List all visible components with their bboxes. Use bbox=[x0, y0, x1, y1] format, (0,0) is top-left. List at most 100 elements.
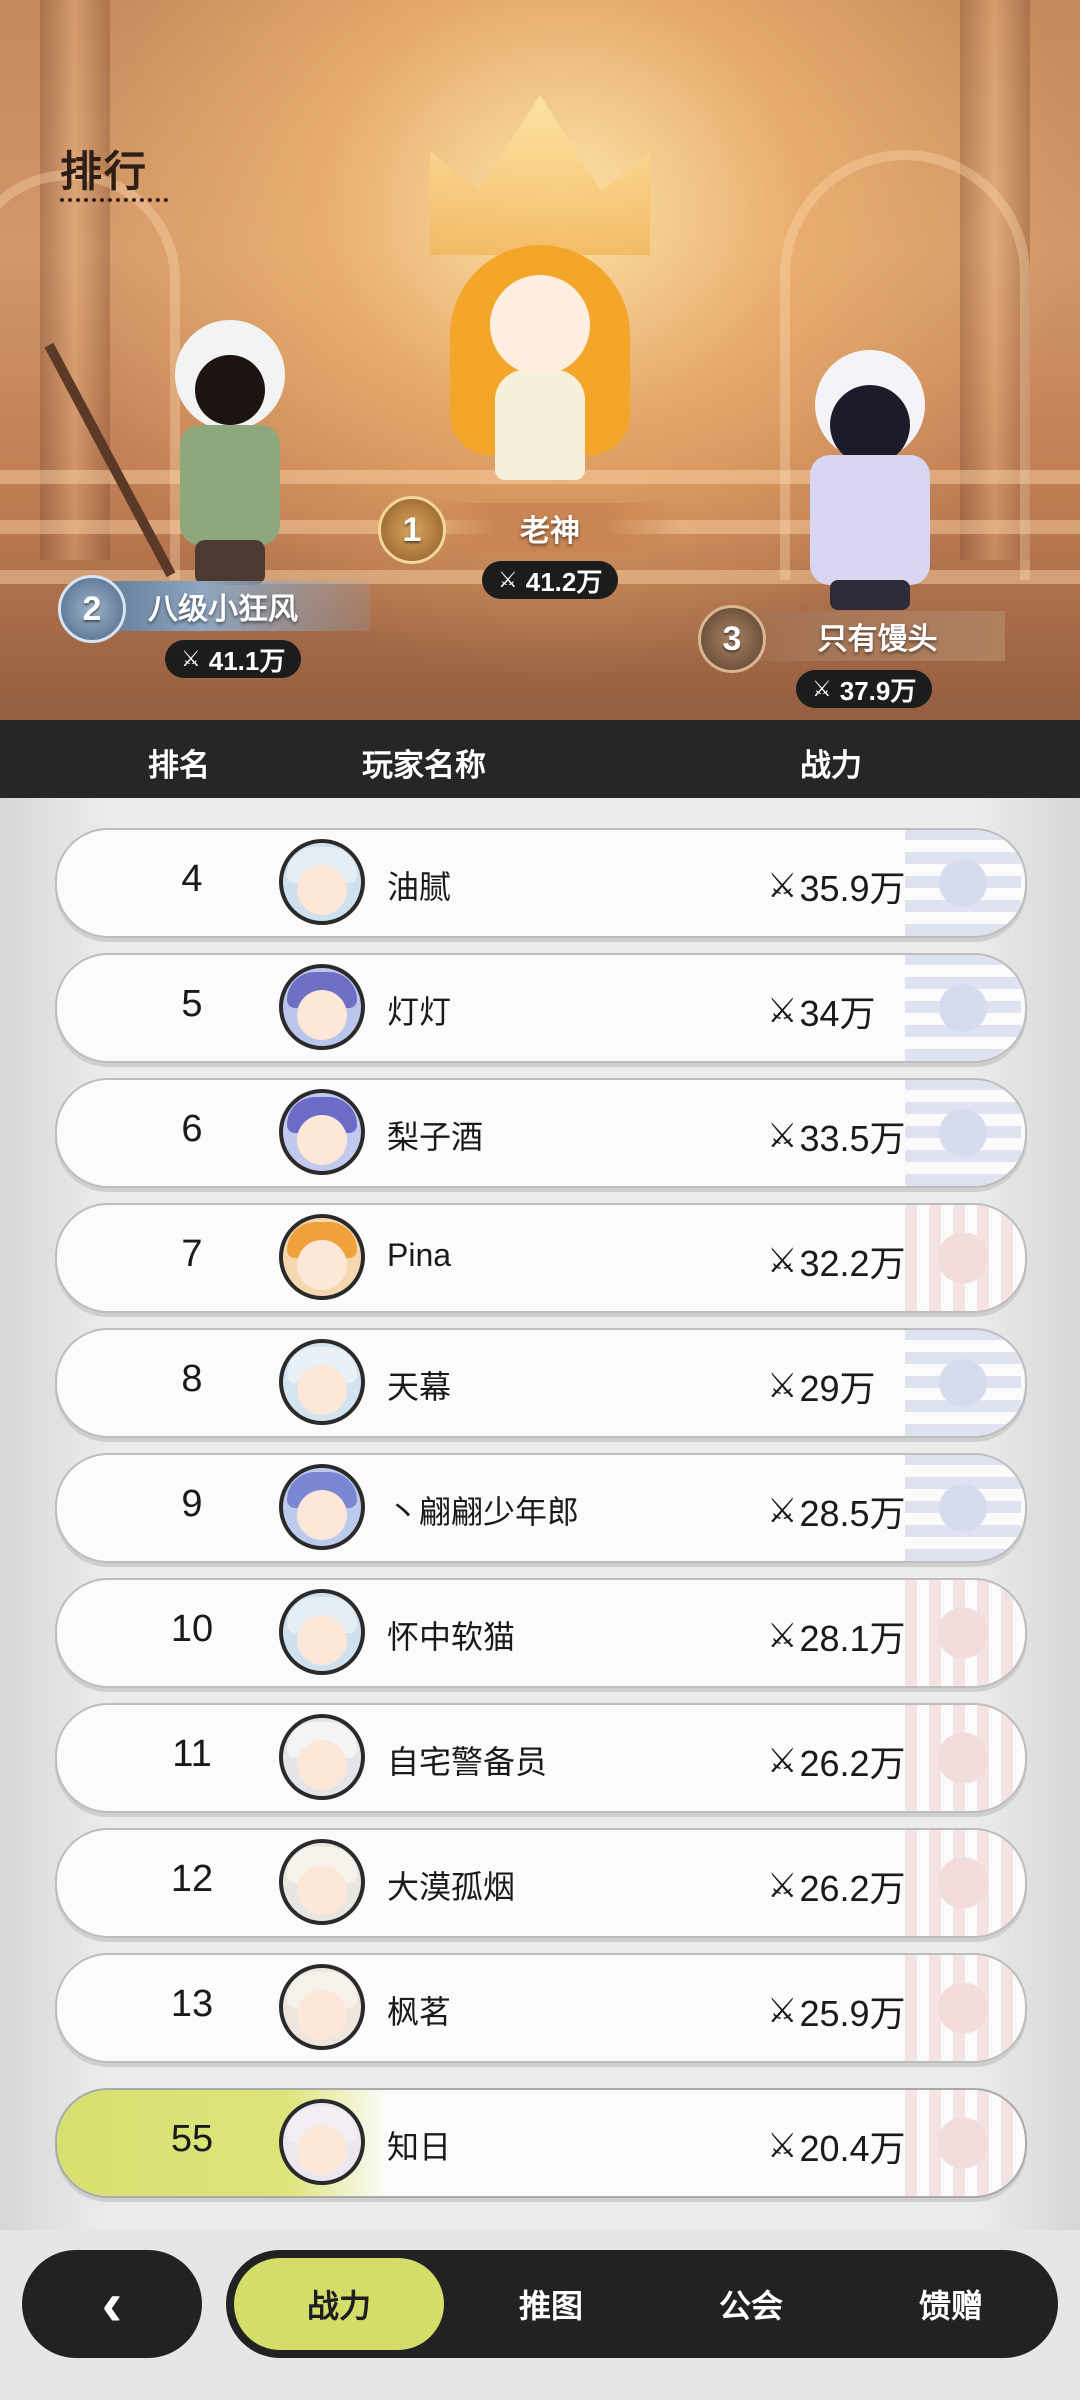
row-power: ⚔ 33.5万 bbox=[767, 1110, 906, 1162]
row-rank: 10 bbox=[170, 1608, 214, 1650]
table-row[interactable]: 10 怀中软猫 ⚔ 28.1万 bbox=[55, 1578, 1027, 1688]
row-rank: 13 bbox=[170, 1983, 214, 2025]
table-row[interactable]: 5 灯灯 ⚔ 34万 bbox=[55, 953, 1027, 1063]
crossed-swords-icon: ⚔ bbox=[767, 2127, 798, 2165]
header-player-name: 玩家名称 bbox=[362, 748, 486, 783]
my-power-value: 20.4万 bbox=[799, 2128, 906, 2169]
table-row[interactable]: 13 枫茗 ⚔ 25.9万 bbox=[55, 1953, 1027, 2063]
tab-power[interactable]: 战力 bbox=[234, 2258, 444, 2350]
crossed-swords-icon: ⚔ bbox=[767, 1992, 798, 2030]
crossed-swords-icon: ⚔ bbox=[181, 646, 201, 671]
row-player-name: 油腻 bbox=[387, 869, 452, 905]
row-power: ⚔ 32.2万 bbox=[767, 1235, 906, 1287]
avatar[interactable] bbox=[279, 964, 365, 1050]
crossed-swords-icon: ⚔ bbox=[767, 992, 798, 1030]
page-title: 排行 bbox=[60, 148, 149, 195]
first-place-power: ⚔ 41.2万 bbox=[482, 561, 619, 599]
row-player-name: 怀中软猫 bbox=[387, 1619, 516, 1655]
avatar[interactable] bbox=[279, 1339, 365, 1425]
avatar[interactable] bbox=[279, 1839, 365, 1925]
row-player-name: 灯灯 bbox=[387, 994, 452, 1030]
row-player-name: 大漠孤烟 bbox=[387, 1869, 516, 1905]
tab-stage-push[interactable]: 推图 bbox=[456, 2250, 646, 2358]
back-button[interactable]: ‹ bbox=[22, 2250, 202, 2358]
row-power-value: 34万 bbox=[799, 993, 876, 1034]
table-row[interactable]: 12 大漠孤烟 ⚔ 26.2万 bbox=[55, 1828, 1027, 1938]
crossed-swords-icon: ⚔ bbox=[767, 1242, 798, 1280]
row-rank: 8 bbox=[181, 1358, 203, 1400]
crossed-swords-icon: ⚔ bbox=[767, 1617, 798, 1655]
row-rank: 11 bbox=[172, 1733, 212, 1775]
third-place-power-value: 37.9万 bbox=[839, 675, 917, 706]
header-rank: 排名 bbox=[148, 748, 210, 783]
row-rank: 5 bbox=[181, 983, 203, 1025]
avatar[interactable] bbox=[279, 1089, 365, 1175]
table-row[interactable]: 4 油腻 ⚔ 35.9万 bbox=[55, 828, 1027, 938]
podium-banner: 排行 老神 1 ⚔ 41.2万 八级小狂风 2 ⚔ 41.1万 只有馒头 3 ⚔… bbox=[0, 0, 1080, 720]
row-power-value: 32.2万 bbox=[799, 1243, 906, 1284]
avatar[interactable] bbox=[279, 1464, 365, 1550]
table-row[interactable]: 6 梨子酒 ⚔ 33.5万 bbox=[55, 1078, 1027, 1188]
crossed-swords-icon: ⚔ bbox=[767, 1117, 798, 1155]
tab-gifts[interactable]: 馈赠 bbox=[856, 2250, 1046, 2358]
table-row[interactable]: 9 丶翩翩少年郎 ⚔ 28.5万 bbox=[55, 1453, 1027, 1563]
row-power-value: 25.9万 bbox=[799, 1993, 906, 2034]
row-player-name: 枫茗 bbox=[387, 1994, 452, 2030]
third-place-character[interactable] bbox=[770, 340, 970, 610]
row-power: ⚔ 34万 bbox=[767, 985, 876, 1037]
row-power: ⚔ 29万 bbox=[767, 1360, 876, 1412]
row-power-value: 33.5万 bbox=[799, 1118, 906, 1159]
row-rank: 7 bbox=[181, 1233, 203, 1275]
table-row[interactable]: 11 自宅警备员 ⚔ 26.2万 bbox=[55, 1703, 1027, 1813]
first-place-name: 老神 bbox=[420, 503, 680, 553]
crossed-swords-icon: ⚔ bbox=[498, 567, 518, 592]
row-power-value: 28.1万 bbox=[799, 1618, 906, 1659]
title-underline bbox=[60, 194, 168, 202]
ranking-list[interactable]: 4 油腻 ⚔ 35.9万 5 灯灯 ⚔ 34万 6 梨子酒 ⚔ 33.5万 7 Pin… bbox=[0, 798, 1080, 2230]
crossed-swords-icon: ⚔ bbox=[767, 1867, 798, 1905]
bottom-navigation: ‹ 战力 推图 公会 馈赠 bbox=[0, 2230, 1080, 2400]
faction-emblem-icon bbox=[905, 1955, 1021, 2061]
row-player-name: Pina bbox=[387, 1237, 452, 1273]
row-power-value: 26.2万 bbox=[799, 1868, 906, 1909]
table-row[interactable]: 8 天幕 ⚔ 29万 bbox=[55, 1328, 1027, 1438]
row-power: ⚔ 28.5万 bbox=[767, 1485, 906, 1537]
crossed-swords-icon: ⚔ bbox=[767, 1742, 798, 1780]
row-power-value: 28.5万 bbox=[799, 1493, 906, 1534]
ranking-tabs: 战力 推图 公会 馈赠 bbox=[226, 2250, 1058, 2358]
table-header: 排名 玩家名称 战力 bbox=[0, 720, 1080, 798]
faction-emblem-icon bbox=[905, 1830, 1021, 1936]
third-place-power: ⚔ 37.9万 bbox=[796, 670, 933, 708]
chevron-left-icon: ‹ bbox=[101, 2269, 123, 2339]
row-power-value: 26.2万 bbox=[799, 1743, 906, 1784]
row-player-name: 自宅警备员 bbox=[387, 1744, 548, 1780]
avatar[interactable] bbox=[279, 1214, 365, 1300]
faction-emblem-icon bbox=[905, 1705, 1021, 1811]
third-place-rank-badge: 3 bbox=[698, 605, 766, 673]
first-place-rank-badge: 1 bbox=[378, 496, 446, 564]
row-rank: 12 bbox=[170, 1858, 214, 1900]
row-rank: 4 bbox=[181, 858, 203, 900]
faction-emblem-icon bbox=[905, 1580, 1021, 1686]
row-power-value: 35.9万 bbox=[799, 868, 906, 909]
my-avatar[interactable] bbox=[279, 2099, 365, 2185]
row-power-value: 29万 bbox=[799, 1368, 876, 1409]
faction-emblem-icon bbox=[905, 1080, 1021, 1186]
crossed-swords-icon: ⚔ bbox=[767, 1367, 798, 1405]
second-place-character[interactable] bbox=[44, 290, 330, 590]
first-place-character[interactable] bbox=[430, 225, 650, 495]
avatar[interactable] bbox=[279, 839, 365, 925]
second-place-rank-badge: 2 bbox=[58, 575, 126, 643]
row-power: ⚔ 26.2万 bbox=[767, 1735, 906, 1787]
my-player-name: 知日 bbox=[387, 2129, 452, 2165]
row-power: ⚔ 35.9万 bbox=[767, 860, 906, 912]
my-rank: 55 bbox=[170, 2118, 214, 2160]
faction-emblem-icon bbox=[905, 830, 1021, 936]
crossed-swords-icon: ⚔ bbox=[767, 867, 798, 905]
avatar[interactable] bbox=[279, 1714, 365, 1800]
table-row[interactable]: 7 Pina ⚔ 32.2万 bbox=[55, 1203, 1027, 1313]
avatar[interactable] bbox=[279, 1589, 365, 1675]
my-rank-row[interactable]: 55 知日 ⚔ 20.4万 bbox=[55, 2088, 1027, 2198]
tab-guild[interactable]: 公会 bbox=[656, 2250, 846, 2358]
avatar[interactable] bbox=[279, 1964, 365, 2050]
